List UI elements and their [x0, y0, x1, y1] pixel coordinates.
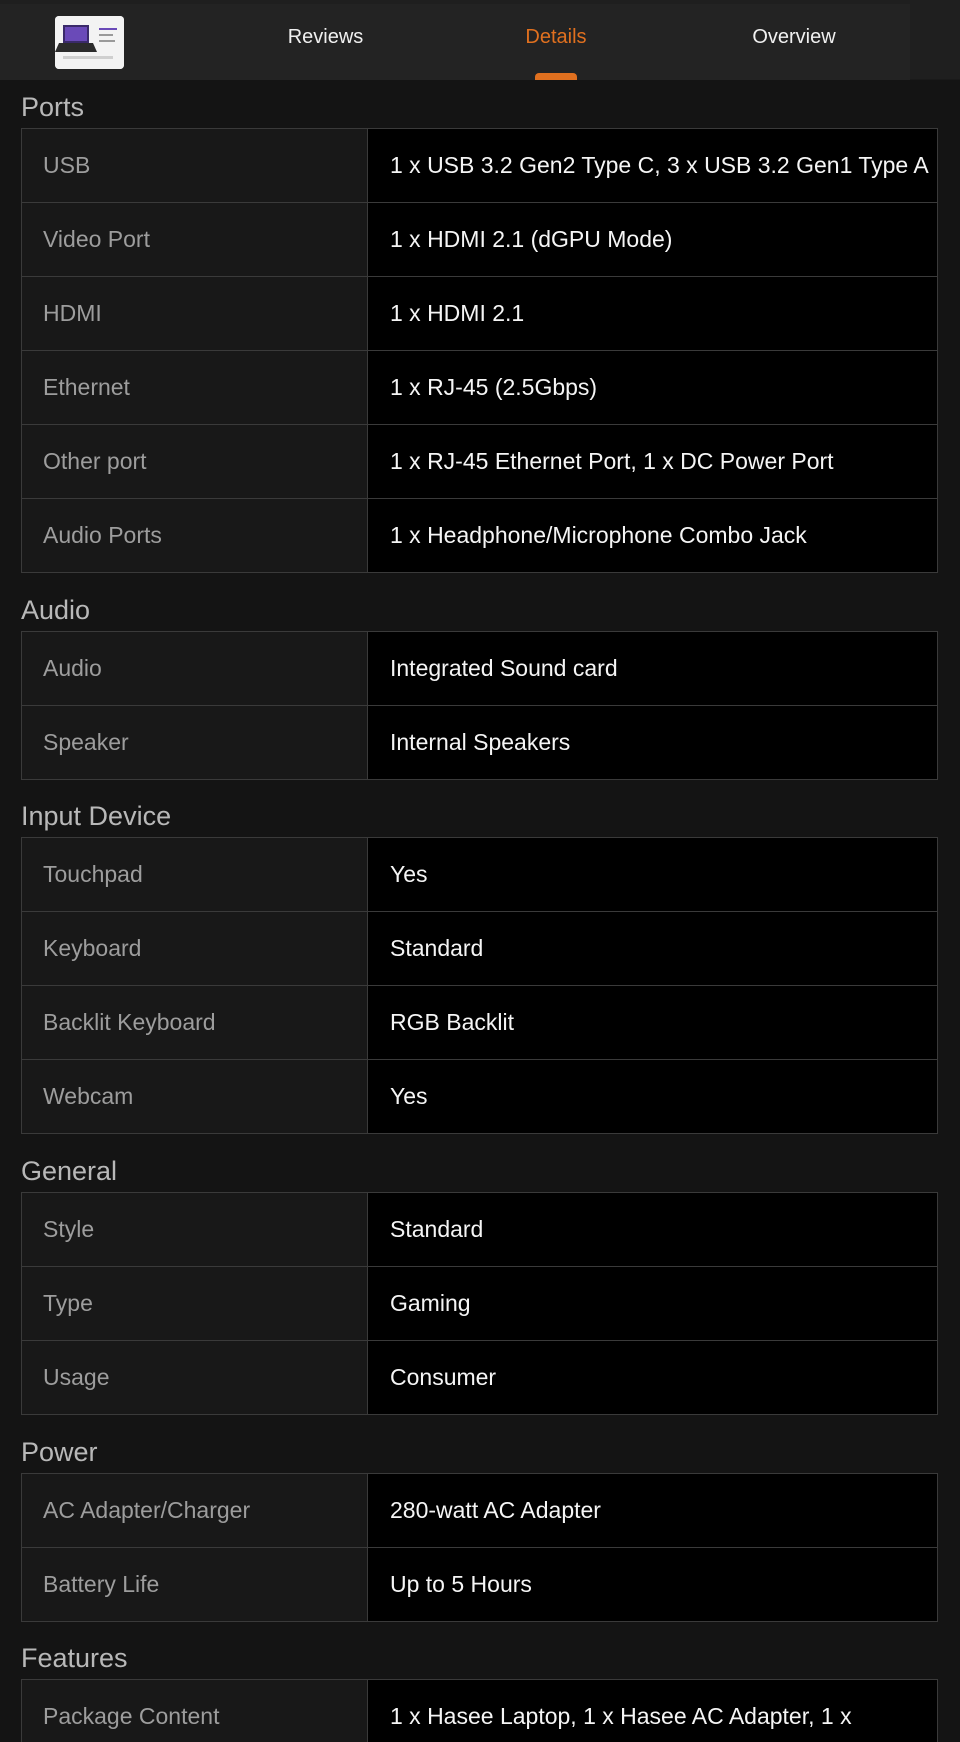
spec-value: 1 x USB 3.2 Gen2 Type C, 3 x USB 3.2 Gen… — [368, 129, 937, 202]
spec-row: Battery Life Up to 5 Hours — [22, 1548, 937, 1622]
spec-value: Yes — [368, 838, 937, 911]
spec-row: Keyboard Standard — [22, 912, 937, 986]
spec-value: Standard — [368, 1193, 937, 1266]
spec-row: Speaker Internal Speakers — [22, 706, 937, 780]
details-page: Reviews Details Overview Ports USB 1 x U… — [0, 0, 960, 1742]
spec-row: Style Standard — [22, 1193, 937, 1267]
section-title-ports: Ports — [21, 92, 85, 122]
spec-row: AC Adapter/Charger 280-watt AC Adapter — [22, 1474, 937, 1548]
spec-value: Gaming — [368, 1267, 937, 1340]
spec-label: Usage — [22, 1341, 368, 1414]
tab-overview[interactable]: Overview — [735, 26, 853, 54]
spec-label: Package Content — [22, 1680, 368, 1742]
section-title-input-device: Input Device — [21, 801, 172, 831]
spec-value: 1 x HDMI 2.1 (dGPU Mode) — [368, 203, 937, 276]
top-nav: Reviews Details Overview — [0, 0, 960, 80]
spec-value: Internal Speakers — [368, 706, 937, 779]
tab-reviews[interactable]: Reviews — [268, 26, 383, 54]
spec-value: Integrated Sound card — [368, 632, 937, 705]
active-tab-indicator — [535, 73, 577, 80]
section-title-general: General — [21, 1156, 118, 1186]
spec-row: Audio Ports 1 x Headphone/Microphone Com… — [22, 499, 937, 573]
spec-label: Other port — [22, 425, 368, 498]
spec-row: Touchpad Yes — [22, 838, 937, 912]
spec-table-ports: USB 1 x USB 3.2 Gen2 Type C, 3 x USB 3.2… — [21, 128, 938, 573]
spec-row: Webcam Yes — [22, 1060, 937, 1134]
spec-row: Ethernet 1 x RJ-45 (2.5Gbps) — [22, 351, 937, 425]
spec-row: Audio Integrated Sound card — [22, 632, 937, 706]
spec-row: Usage Consumer — [22, 1341, 937, 1415]
spec-table-input-device: Touchpad Yes Keyboard Standard Backlit K… — [21, 837, 938, 1134]
spec-value: 1 x Headphone/Microphone Combo Jack — [368, 499, 937, 572]
spec-label: Style — [22, 1193, 368, 1266]
spec-value: 280-watt AC Adapter — [368, 1474, 937, 1547]
spec-row: USB 1 x USB 3.2 Gen2 Type C, 3 x USB 3.2… — [22, 129, 937, 203]
spec-label: Audio — [22, 632, 368, 705]
spec-table-power: AC Adapter/Charger 280-watt AC Adapter B… — [21, 1473, 938, 1622]
spec-label: Battery Life — [22, 1548, 368, 1621]
spec-value: 1 x RJ-45 Ethernet Port, 1 x DC Power Po… — [368, 425, 937, 498]
spec-value: Up to 5 Hours — [368, 1548, 937, 1621]
spec-table-general: Style Standard Type Gaming Usage Consume… — [21, 1192, 938, 1415]
spec-value: Yes — [368, 1060, 937, 1133]
spec-label: Ethernet — [22, 351, 368, 424]
spec-value: 1 x RJ-45 (2.5Gbps) — [368, 351, 937, 424]
spec-value: 1 x HDMI 2.1 — [368, 277, 937, 350]
spec-row: Package Content 1 x Hasee Laptop, 1 x Ha… — [22, 1680, 937, 1742]
section-title-features: Features — [21, 1643, 128, 1673]
section-title-audio: Audio — [21, 595, 91, 625]
spec-label: Backlit Keyboard — [22, 986, 368, 1059]
product-thumbnail[interactable] — [55, 16, 124, 69]
spec-table-audio: Audio Integrated Sound card Speaker Inte… — [21, 631, 938, 780]
spec-label: Webcam — [22, 1060, 368, 1133]
spec-value: Consumer — [368, 1341, 937, 1414]
spec-value: RGB Backlit — [368, 986, 937, 1059]
spec-row: Video Port 1 x HDMI 2.1 (dGPU Mode) — [22, 203, 937, 277]
section-title-power: Power — [21, 1437, 98, 1467]
spec-label: AC Adapter/Charger — [22, 1474, 368, 1547]
spec-row: Type Gaming — [22, 1267, 937, 1341]
spec-label: Type — [22, 1267, 368, 1340]
spec-row: Backlit Keyboard RGB Backlit — [22, 986, 937, 1060]
spec-label: HDMI — [22, 277, 368, 350]
spec-value: 1 x Hasee Laptop, 1 x Hasee AC Adapter, … — [368, 1680, 937, 1742]
spec-label: USB — [22, 129, 368, 202]
spec-label: Video Port — [22, 203, 368, 276]
spec-table-features: Package Content 1 x Hasee Laptop, 1 x Ha… — [21, 1679, 938, 1742]
spec-label: Audio Ports — [22, 499, 368, 572]
spec-value: Standard — [368, 912, 937, 985]
spec-label: Keyboard — [22, 912, 368, 985]
tab-details[interactable]: Details — [500, 26, 612, 54]
spec-label: Touchpad — [22, 838, 368, 911]
spec-label: Speaker — [22, 706, 368, 779]
spec-row: Other port 1 x RJ-45 Ethernet Port, 1 x … — [22, 425, 937, 499]
spec-row: HDMI 1 x HDMI 2.1 — [22, 277, 937, 351]
